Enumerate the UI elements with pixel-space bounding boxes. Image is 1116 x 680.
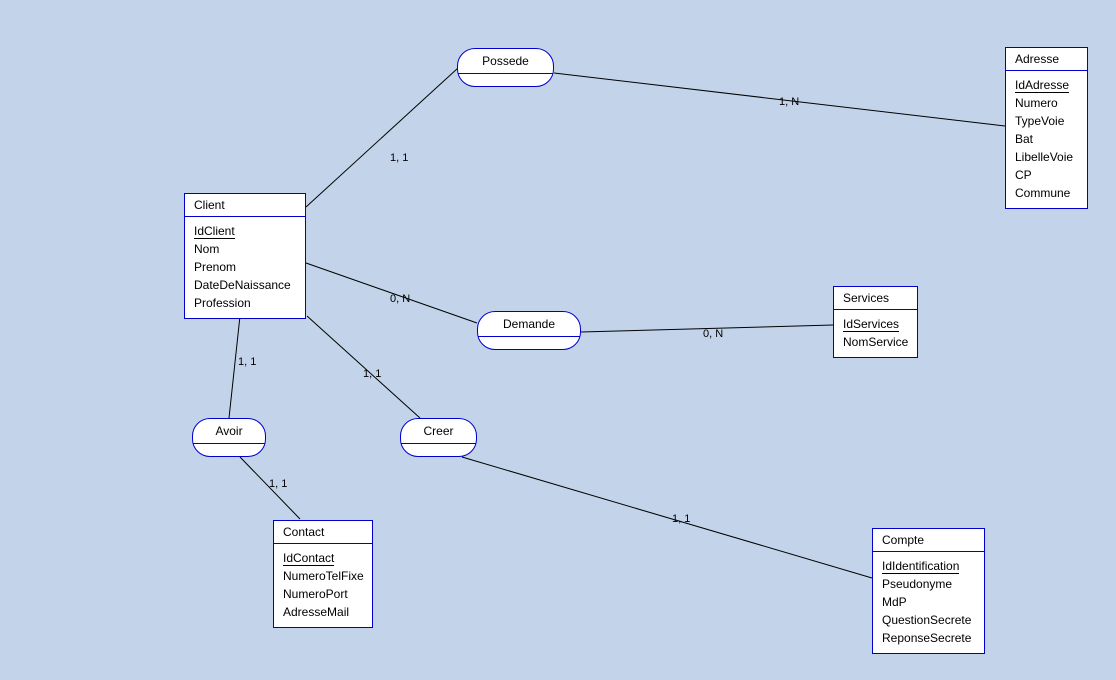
cardinality-client-avoir: 1, 1 bbox=[238, 356, 257, 368]
edge-creer-compte bbox=[461, 456, 873, 579]
edge-client-creer bbox=[306, 315, 421, 419]
cardinality-client-creer: 1, 1 bbox=[363, 368, 382, 380]
relationship-demande-body bbox=[478, 337, 580, 349]
entity-compte[interactable]: Compte IdIdentification Pseudonyme MdP Q… bbox=[872, 528, 985, 654]
attribute-idservices: IdServices bbox=[843, 317, 900, 332]
entity-client[interactable]: Client IdClient Nom Prenom DateDeNaissan… bbox=[184, 193, 306, 319]
relationship-avoir-body bbox=[193, 444, 265, 456]
attribute-prenom: Prenom bbox=[194, 260, 237, 274]
attribute-nomservice: NomService bbox=[843, 335, 909, 349]
entity-adresse-title: Adresse bbox=[1006, 48, 1087, 71]
entity-contact-attributes: IdContact NumeroTelFixe NumeroPort Adres… bbox=[274, 544, 372, 627]
cardinality-avoir-contact: 1, 1 bbox=[269, 478, 288, 490]
edge-client-possede bbox=[305, 67, 459, 208]
relationship-possede[interactable]: Possede bbox=[457, 48, 554, 87]
attribute-idadresse: IdAdresse bbox=[1015, 78, 1070, 93]
entity-compte-title: Compte bbox=[873, 529, 984, 552]
attribute-numero: Numero bbox=[1015, 96, 1058, 110]
attribute-typevoie: TypeVoie bbox=[1015, 114, 1065, 128]
attribute-bat: Bat bbox=[1015, 132, 1034, 146]
relationship-demande[interactable]: Demande bbox=[477, 311, 581, 350]
relationship-avoir-label: Avoir bbox=[193, 419, 265, 444]
attribute-profession: Profession bbox=[194, 296, 251, 310]
relationship-possede-body bbox=[458, 74, 553, 86]
entity-services-title: Services bbox=[834, 287, 917, 310]
cardinality-client-possede: 1, 1 bbox=[390, 152, 409, 164]
attribute-pseudonyme: Pseudonyme bbox=[882, 577, 953, 591]
relationship-creer-body bbox=[401, 444, 476, 456]
entity-services-attributes: IdServices NomService bbox=[834, 310, 917, 357]
relationship-creer[interactable]: Creer bbox=[400, 418, 477, 457]
relationship-demande-label: Demande bbox=[478, 312, 580, 337]
er-diagram-canvas: Client IdClient Nom Prenom DateDeNaissan… bbox=[0, 0, 1116, 680]
cardinality-demande-services: 0, N bbox=[703, 328, 724, 340]
attribute-datedenaissance: DateDeNaissance bbox=[194, 278, 291, 292]
attribute-numerotelfixe: NumeroTelFixe bbox=[283, 569, 364, 583]
entity-services[interactable]: Services IdServices NomService bbox=[833, 286, 918, 358]
attribute-libellevoie: LibelleVoie bbox=[1015, 150, 1074, 164]
entity-client-attributes: IdClient Nom Prenom DateDeNaissance Prof… bbox=[185, 217, 305, 318]
attribute-ididentification: IdIdentification bbox=[882, 559, 960, 574]
attribute-numeroport: NumeroPort bbox=[283, 587, 348, 601]
attribute-idclient: IdClient bbox=[194, 224, 235, 239]
relationship-avoir[interactable]: Avoir bbox=[192, 418, 266, 457]
relationship-possede-label: Possede bbox=[458, 49, 553, 74]
cardinality-client-demande: 0, N bbox=[390, 293, 411, 305]
cardinality-possede-adresse: 1, N bbox=[779, 96, 800, 108]
relationship-creer-label: Creer bbox=[401, 419, 476, 444]
attribute-cp: CP bbox=[1015, 168, 1032, 182]
entity-adresse-attributes: IdAdresse Numero TypeVoie Bat LibelleVoi… bbox=[1006, 71, 1087, 208]
entity-compte-attributes: IdIdentification Pseudonyme MdP Question… bbox=[873, 552, 984, 653]
entity-contact[interactable]: Contact IdContact NumeroTelFixe NumeroPo… bbox=[273, 520, 373, 628]
attribute-mdp: MdP bbox=[882, 595, 907, 609]
attribute-idcontact: IdContact bbox=[283, 551, 335, 566]
cardinality-creer-compte: 1, 1 bbox=[672, 513, 691, 525]
entity-adresse[interactable]: Adresse IdAdresse Numero TypeVoie Bat Li… bbox=[1005, 47, 1088, 209]
attribute-questionsecrete: QuestionSecrete bbox=[882, 613, 972, 627]
attribute-adressemail: AdresseMail bbox=[283, 605, 350, 619]
attribute-reponsesecrete: ReponseSecrete bbox=[882, 631, 972, 645]
attribute-nom: Nom bbox=[194, 242, 220, 256]
entity-contact-title: Contact bbox=[274, 521, 372, 544]
entity-client-title: Client bbox=[185, 194, 305, 217]
attribute-commune: Commune bbox=[1015, 186, 1071, 200]
